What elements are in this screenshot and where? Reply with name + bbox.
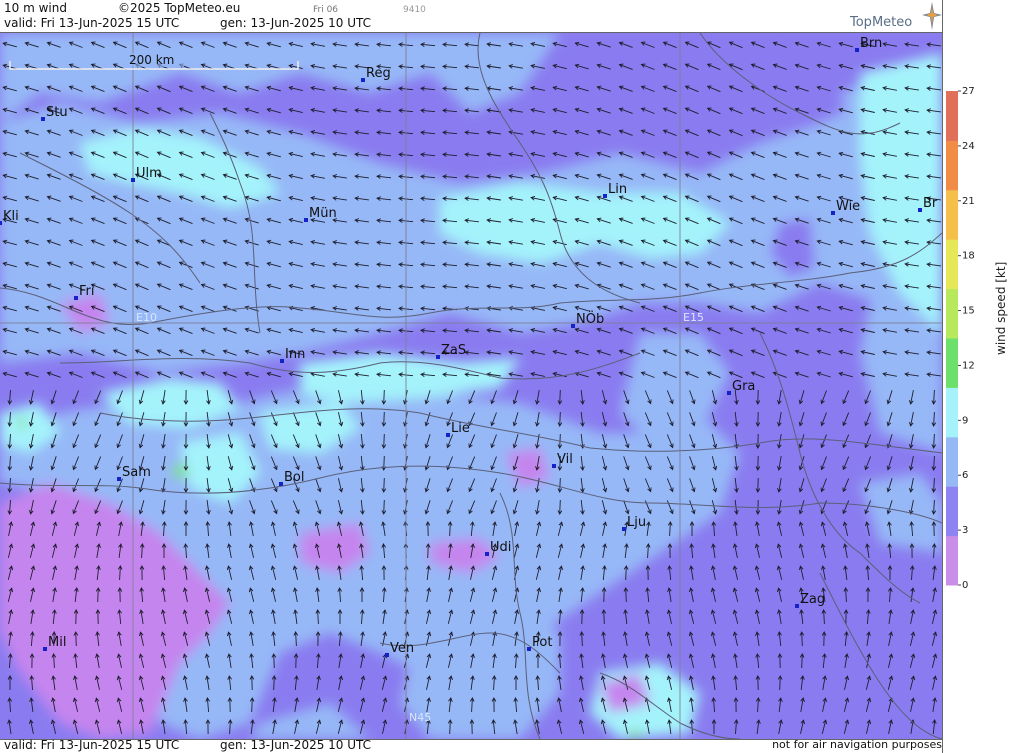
city-marker: NÖb: [571, 310, 604, 328]
city-marker: Kli: [0, 209, 19, 225]
legend-tick-label: 0: [962, 580, 968, 591]
city-label: Br: [923, 196, 938, 211]
city-label: Reg: [366, 66, 391, 81]
city-label: NÖb: [576, 310, 604, 327]
wind-map-canvas: E10 E15 N45 200 km Brn Reg Stu Ulm Lin Wie Br K…: [0, 33, 942, 739]
legend-color-segment: [946, 189, 958, 240]
logo-star-icon: [922, 2, 942, 30]
city-marker: Ven: [385, 641, 414, 657]
city-label: Gra: [732, 379, 755, 394]
city-label: Lin: [608, 182, 627, 197]
legend-tick-label: 3: [962, 525, 968, 536]
valid-time: valid: Fri 13-Jun-2025 15 UTC: [4, 16, 180, 30]
city-label: Zag: [800, 592, 825, 607]
city-marker: Ulm: [131, 166, 162, 182]
city-marker: Reg: [361, 66, 391, 82]
disclaimer: not for air navigation purposes: [772, 738, 942, 751]
legend-color-segment: [946, 140, 958, 191]
legend-color-segment: [946, 535, 958, 586]
city-marker: Sam: [117, 465, 151, 481]
legend-color-segment: [946, 338, 958, 388]
grid-label-n45: N45: [409, 711, 431, 724]
wind-speed-legend: 27 24 21 18 15 12 9 6 3 0: [946, 86, 975, 591]
legend-color-segment: [946, 91, 958, 141]
legend-tick-label: 18: [962, 251, 975, 262]
city-label: Pot: [532, 635, 552, 650]
city-label: Inn: [285, 347, 305, 362]
legend-color-segment: [946, 288, 958, 339]
legend-tick-label: 21: [962, 196, 975, 207]
city-label: Udi: [490, 540, 511, 555]
city-label: Lju: [627, 515, 646, 530]
legend-tick-label: 9: [962, 415, 968, 426]
city-marker: Wie: [831, 199, 860, 215]
city-label: Ven: [390, 641, 414, 656]
city-label: Vil: [557, 452, 573, 467]
city-label: Lie: [451, 421, 470, 436]
city-marker: Zag: [795, 592, 825, 608]
city-label: Kli: [3, 209, 19, 224]
logo-text: TopMeteo: [850, 15, 913, 30]
city-marker: Mün: [304, 206, 337, 222]
legend-tick-label: 12: [962, 360, 975, 371]
legend-tick-label: 15: [962, 306, 975, 317]
city-label: Wie: [836, 199, 860, 214]
city-label: Fri: [79, 284, 95, 299]
city-marker: Gra: [727, 379, 755, 395]
legend-color-segment: [946, 486, 958, 537]
legend-color-segment: [946, 436, 958, 487]
city-marker: Brn: [855, 36, 882, 52]
product-code: 9410: [403, 5, 426, 15]
city-label: Ulm: [136, 166, 162, 181]
legend-color-segment: [946, 239, 958, 290]
legend-tick-label: 6: [962, 470, 968, 481]
scale-bar-label: 200 km: [129, 53, 174, 67]
chart-title: 10 m wind: [4, 1, 67, 15]
footer-generated-time: gen: 13-Jun-2025 10 UTC: [220, 738, 372, 752]
city-marker: ZaS: [436, 343, 466, 359]
grid-label-e15: E15: [683, 311, 704, 324]
city-label: Stu: [46, 105, 68, 120]
generated-time: gen: 13-Jun-2025 10 UTC: [220, 16, 372, 30]
copyright-text: ©2025 TopMeteo.eu: [118, 1, 241, 15]
city-label: Sam: [122, 465, 151, 480]
legend-tick-label: 24: [962, 141, 975, 152]
city-label: Mil: [48, 635, 66, 650]
wind-map[interactable]: E10 E15 N45 200 km Brn Reg Stu Ulm Lin Wie Br K…: [0, 32, 942, 740]
forecast-step-label: Fri 06: [313, 5, 339, 15]
legend-tick-label: 27: [962, 86, 975, 97]
city-label: Bol: [284, 470, 304, 485]
grid-label-e10: E10: [136, 311, 157, 324]
legend-color-segment: [946, 387, 958, 438]
city-label: ZaS: [441, 343, 466, 358]
city-label: Brn: [860, 36, 882, 51]
city-label: Mün: [309, 206, 337, 221]
footer-valid-time: valid: Fri 13-Jun-2025 15 UTC: [4, 738, 180, 752]
legend-title: wind speed [kt]: [994, 261, 1008, 355]
